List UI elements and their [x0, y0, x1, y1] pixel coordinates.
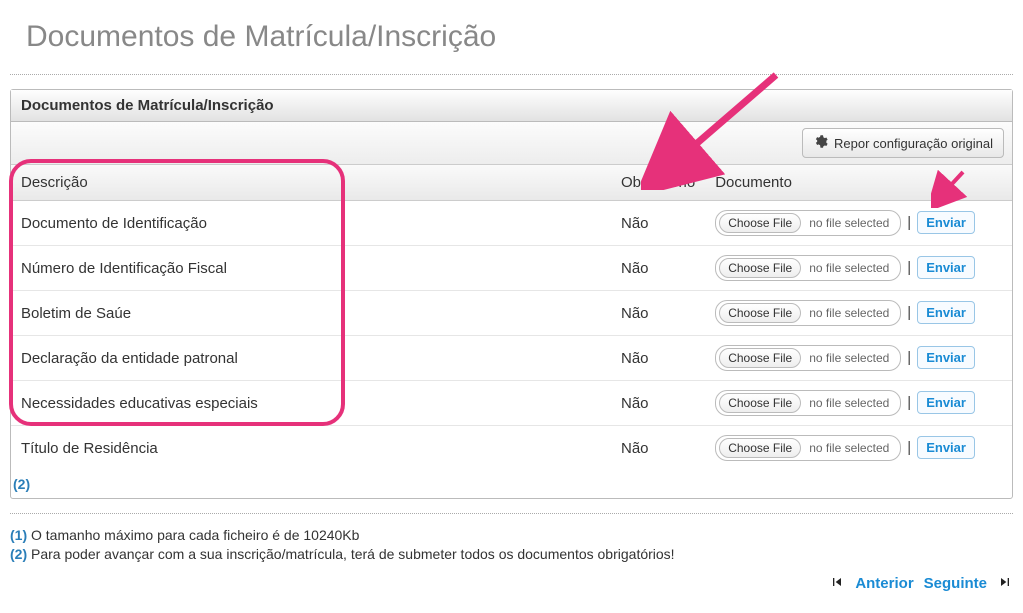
- prev-link[interactable]: Anterior: [855, 575, 913, 592]
- table-row: Documento de IdentificaçãoNãoChoose File…: [11, 201, 1012, 246]
- choose-file-button[interactable]: Choose File: [719, 348, 801, 368]
- reset-config-button[interactable]: Repor configuração original: [802, 128, 1004, 158]
- separator: |: [907, 304, 911, 321]
- footer-notes: (1) O tamanho máximo para cada ficheiro …: [10, 513, 1013, 562]
- separator: |: [907, 214, 911, 231]
- send-button[interactable]: Enviar: [917, 301, 975, 324]
- header-mandatory: Obrigatório: [611, 165, 705, 201]
- choose-file-button[interactable]: Choose File: [719, 438, 801, 458]
- separator: |: [907, 439, 911, 456]
- cell-description: Declaração da entidade patronal: [11, 336, 611, 381]
- send-button[interactable]: Enviar: [917, 211, 975, 234]
- gear-icon: [813, 134, 828, 152]
- page-title: Documentos de Matrícula/Inscrição: [10, 20, 1013, 54]
- header-document: Documento: [705, 165, 1012, 201]
- table-row: Título de ResidênciaNãoChoose Fileno fil…: [11, 426, 1012, 471]
- note-1-num: (1): [10, 527, 27, 543]
- send-button[interactable]: Enviar: [917, 256, 975, 279]
- header-description: Descrição: [11, 165, 611, 201]
- cell-document: Choose Fileno file selected | Enviar: [705, 201, 1012, 246]
- file-input-wrap[interactable]: Choose Fileno file selected: [715, 300, 901, 326]
- no-file-label: no file selected: [801, 351, 897, 365]
- reset-config-label: Repor configuração original: [834, 136, 993, 151]
- send-button[interactable]: Enviar: [917, 391, 975, 414]
- cell-mandatory: Não: [611, 336, 705, 381]
- separator: |: [907, 349, 911, 366]
- note-1-text: O tamanho máximo para cada ficheiro é de…: [27, 527, 359, 543]
- divider: [10, 74, 1013, 75]
- note-2-text: Para poder avançar com a sua inscrição/m…: [27, 546, 674, 562]
- cell-mandatory: Não: [611, 426, 705, 471]
- cell-mandatory: Não: [611, 381, 705, 426]
- file-input-wrap[interactable]: Choose Fileno file selected: [715, 345, 901, 371]
- no-file-label: no file selected: [801, 306, 897, 320]
- cell-document: Choose Fileno file selected | Enviar: [705, 336, 1012, 381]
- separator: |: [907, 259, 911, 276]
- table-row: Necessidades educativas especiaisNãoChoo…: [11, 381, 1012, 426]
- send-button[interactable]: Enviar: [917, 346, 975, 369]
- note-1: (1) O tamanho máximo para cada ficheiro …: [10, 527, 1013, 543]
- panel-toolbar: Repor configuração original: [11, 122, 1012, 165]
- cell-mandatory: Não: [611, 291, 705, 336]
- prev-first-icon[interactable]: [829, 574, 845, 593]
- choose-file-button[interactable]: Choose File: [719, 393, 801, 413]
- file-input-wrap[interactable]: Choose Fileno file selected: [715, 255, 901, 281]
- separator: |: [907, 394, 911, 411]
- documents-table: Descrição Obrigatório Documento Document…: [11, 165, 1012, 470]
- note-2-num: (2): [10, 546, 27, 562]
- note-2: (2) Para poder avançar com a sua inscriç…: [10, 546, 1013, 562]
- cell-document: Choose Fileno file selected | Enviar: [705, 381, 1012, 426]
- file-input-wrap[interactable]: Choose Fileno file selected: [715, 210, 901, 236]
- table-row: Número de Identificação FiscalNãoChoose …: [11, 246, 1012, 291]
- cell-document: Choose Fileno file selected | Enviar: [705, 291, 1012, 336]
- cell-mandatory: Não: [611, 201, 705, 246]
- no-file-label: no file selected: [801, 216, 897, 230]
- documents-panel: Documentos de Matrícula/Inscrição Repor …: [10, 89, 1013, 499]
- cell-description: Boletim de Saúe: [11, 291, 611, 336]
- cell-document: Choose Fileno file selected | Enviar: [705, 426, 1012, 471]
- cell-document: Choose Fileno file selected | Enviar: [705, 246, 1012, 291]
- file-input-wrap[interactable]: Choose Fileno file selected: [715, 390, 901, 416]
- no-file-label: no file selected: [801, 441, 897, 455]
- file-input-wrap[interactable]: Choose Fileno file selected: [715, 435, 901, 461]
- cell-description: Documento de Identificação: [11, 201, 611, 246]
- panel-header: Documentos de Matrícula/Inscrição: [11, 90, 1012, 122]
- no-file-label: no file selected: [801, 261, 897, 275]
- table-row: Boletim de SaúeNãoChoose Fileno file sel…: [11, 291, 1012, 336]
- cell-mandatory: Não: [611, 246, 705, 291]
- footnote-ref: (2): [11, 470, 1012, 498]
- table-row: Declaração da entidade patronalNãoChoose…: [11, 336, 1012, 381]
- choose-file-button[interactable]: Choose File: [719, 258, 801, 278]
- send-button[interactable]: Enviar: [917, 436, 975, 459]
- nav-row: Anterior Seguinte: [10, 574, 1013, 593]
- no-file-label: no file selected: [801, 396, 897, 410]
- cell-description: Número de Identificação Fiscal: [11, 246, 611, 291]
- choose-file-button[interactable]: Choose File: [719, 213, 801, 233]
- cell-description: Necessidades educativas especiais: [11, 381, 611, 426]
- choose-file-button[interactable]: Choose File: [719, 303, 801, 323]
- next-link[interactable]: Seguinte: [924, 575, 987, 592]
- cell-description: Título de Residência: [11, 426, 611, 471]
- next-last-icon[interactable]: [997, 574, 1013, 593]
